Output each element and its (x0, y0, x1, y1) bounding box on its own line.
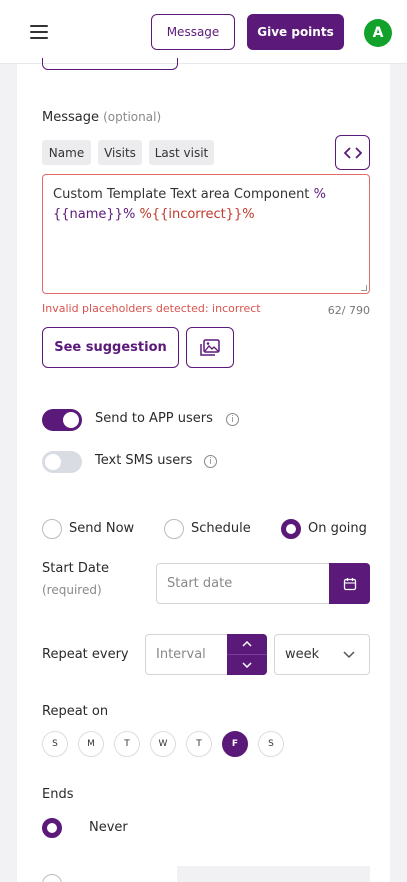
message-textarea[interactable]: Custom Template Text area Component % {{… (42, 174, 370, 294)
start-date-label: Start Date (42, 561, 109, 576)
day-saturday[interactable]: S (258, 731, 284, 757)
ends-label: Ends (42, 787, 74, 802)
interval-input[interactable]: Interval (145, 634, 267, 675)
code-view-button[interactable] (335, 135, 370, 170)
ends-on-date-field[interactable] (177, 866, 370, 882)
day-friday[interactable]: F (222, 731, 248, 757)
start-date-placeholder: Start date (167, 576, 233, 591)
toggle-app-users-label: Send to APP users (95, 411, 213, 426)
image-icon (200, 338, 220, 356)
message-button[interactable]: Message (151, 14, 235, 50)
radio-schedule-label: Schedule (191, 521, 251, 536)
menu-icon[interactable] (30, 25, 48, 39)
give-points-button[interactable]: Give points (247, 14, 344, 50)
placeholder-chip-name[interactable]: Name (42, 140, 91, 165)
error-message: Invalid placeholders detected: incorrect (42, 302, 261, 315)
toggle-sms-users-label: Text SMS users (95, 453, 193, 468)
chevron-down-icon (343, 651, 355, 659)
radio-ends-on[interactable] (42, 874, 62, 882)
repeat-unit-value: week (285, 647, 320, 662)
chevron-down-icon (242, 662, 252, 668)
message-label-text: Message (42, 110, 99, 125)
placeholder-chip-visits[interactable]: Visits (98, 140, 142, 165)
repeat-unit-select[interactable]: week (274, 634, 370, 675)
clipped-field (42, 58, 178, 70)
message-placeholder-token: % (313, 187, 326, 202)
radio-ends-never[interactable] (42, 818, 62, 838)
info-icon[interactable]: i (204, 455, 217, 468)
interval-placeholder: Interval (156, 647, 206, 662)
optional-hint: (optional) (103, 110, 162, 124)
info-icon[interactable]: i (226, 413, 239, 426)
radio-send-now-label: Send Now (69, 521, 135, 536)
placeholder-chip-last-visit[interactable]: Last visit (149, 140, 214, 165)
insert-image-button[interactable] (186, 327, 234, 368)
message-label: Message (optional) (42, 110, 161, 125)
day-thursday[interactable]: T (186, 731, 212, 757)
message-text: Custom Template Text area Component (53, 187, 310, 202)
calendar-button[interactable] (329, 563, 370, 604)
day-wednesday[interactable]: W (150, 731, 176, 757)
repeat-every-label: Repeat every (42, 647, 129, 662)
day-sunday[interactable]: S (42, 731, 68, 757)
form-card: Message (optional) Name Visits Last visi… (17, 58, 390, 882)
radio-on-going[interactable] (281, 519, 301, 539)
see-suggestion-button[interactable]: See suggestion (42, 327, 179, 368)
chevron-up-icon (242, 641, 252, 647)
radio-schedule[interactable] (164, 519, 184, 539)
radio-ends-never-label: Never (89, 820, 128, 835)
top-bar: Message Give points A (0, 0, 407, 64)
day-monday[interactable]: M (78, 731, 104, 757)
increment-button[interactable] (227, 634, 267, 654)
radio-on-going-label: On going (308, 521, 367, 536)
radio-send-now[interactable] (42, 519, 62, 539)
start-date-input[interactable]: Start date (156, 563, 370, 604)
message-placeholder-token: {{name}}% (53, 207, 136, 222)
invalid-placeholder-token: %{{incorrect}}% (139, 207, 255, 222)
calendar-icon (343, 577, 356, 590)
interval-stepper[interactable] (227, 634, 267, 675)
day-tuesday[interactable]: T (114, 731, 140, 757)
character-count: 62/ 790 (327, 304, 370, 317)
toggle-app-users[interactable] (42, 409, 82, 431)
code-icon (343, 146, 362, 159)
resize-handle[interactable] (361, 285, 367, 291)
toggle-sms-users[interactable] (42, 451, 82, 473)
required-hint: (required) (42, 583, 102, 597)
avatar[interactable]: A (364, 19, 392, 47)
decrement-button[interactable] (227, 655, 267, 675)
repeat-on-label: Repeat on (42, 704, 109, 719)
